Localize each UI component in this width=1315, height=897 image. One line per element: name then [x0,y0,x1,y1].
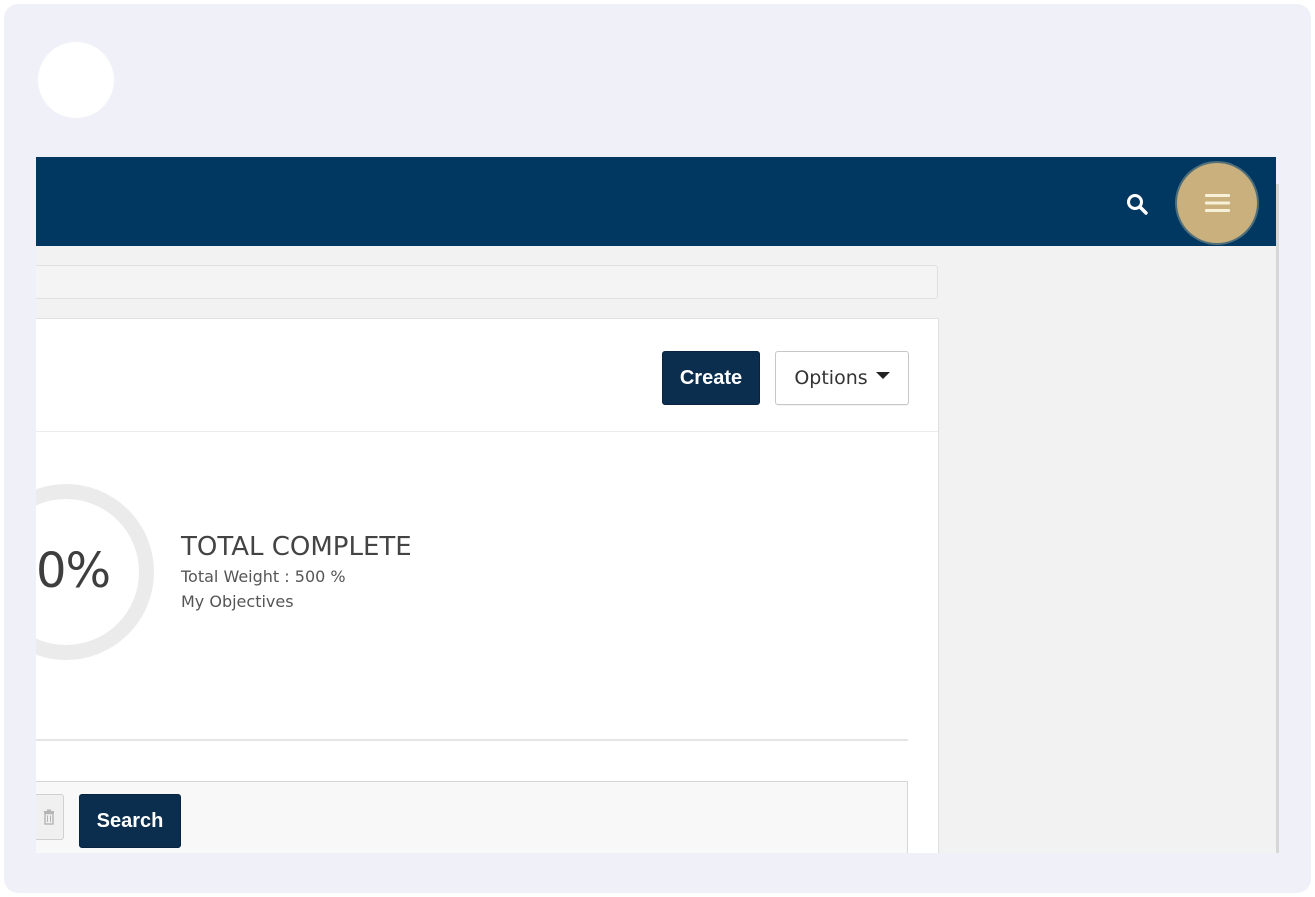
step-indicator-dot [38,42,114,118]
create-button[interactable]: Create [662,351,760,405]
caret-down-icon [875,371,890,379]
section-divider [36,739,908,741]
progress-percent: 0% [36,543,111,599]
top-navigation-bar [36,157,1276,246]
screenshot-frame: Create Options 0% TOTAL COMPLETE Total W… [4,4,1311,893]
breadcrumb-bar [36,265,938,299]
options-dropdown-button[interactable]: Options [775,351,909,405]
search-button[interactable]: Search [79,794,181,848]
panel-header-divider [36,431,938,432]
filter-box: Search [36,781,908,853]
total-complete-title: TOTAL COMPLETE [181,532,412,562]
trash-icon [44,809,54,825]
clear-filter-button[interactable] [36,794,64,840]
app-viewport: Create Options 0% TOTAL COMPLETE Total W… [36,157,1276,853]
hamburger-icon [1204,194,1230,212]
objectives-scope-text: My Objectives [181,592,294,611]
vertical-scrollbar[interactable] [1276,184,1279,853]
main-menu-button[interactable] [1177,163,1257,243]
total-weight-text: Total Weight : 500 % [181,567,346,586]
options-label: Options [794,367,868,389]
objectives-panel: Create Options 0% TOTAL COMPLETE Total W… [36,318,939,853]
search-icon[interactable] [1125,192,1149,216]
